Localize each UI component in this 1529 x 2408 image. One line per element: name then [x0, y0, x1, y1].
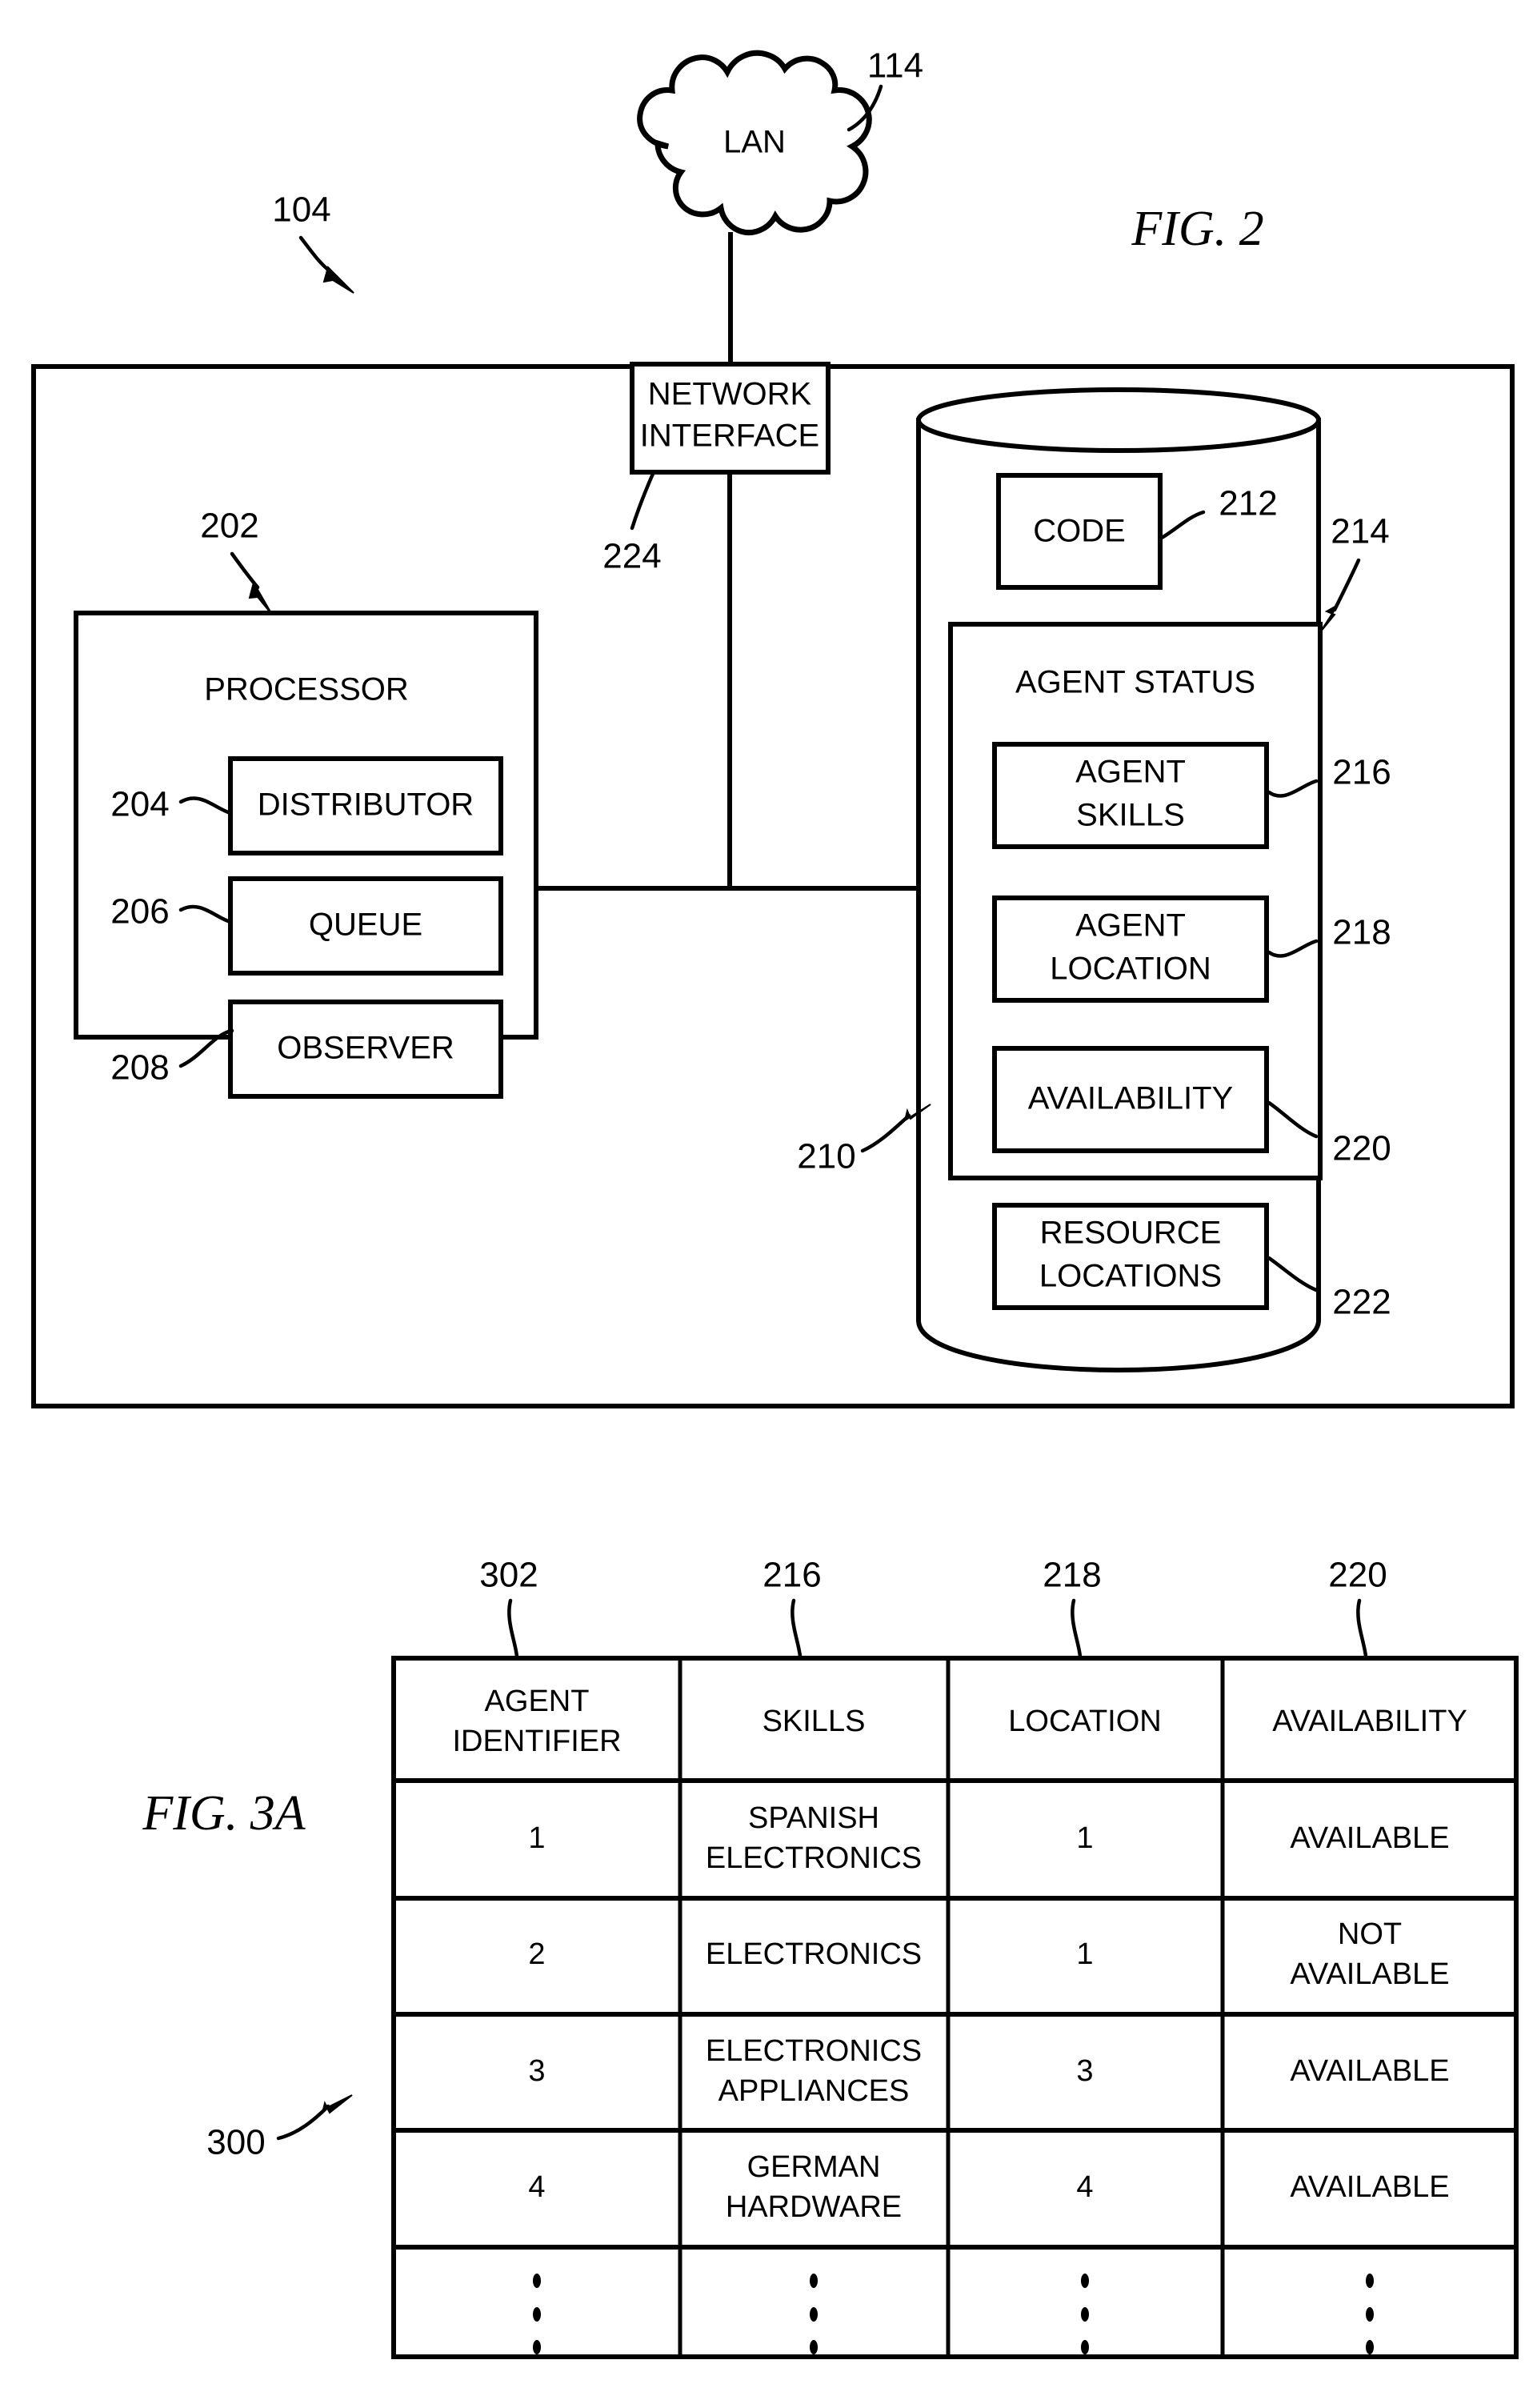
resource-locations-label-line2: LOCATIONS	[1039, 1259, 1222, 1294]
ref-210: 210	[797, 1137, 855, 1176]
ellipsis-dot	[533, 2340, 541, 2354]
ref-300-arrowhead	[322, 2094, 353, 2114]
ref-204: 204	[110, 785, 169, 824]
ref-218-col: 218	[1043, 1556, 1101, 1595]
availability-label-line1: AVAILABILITY	[1028, 1081, 1233, 1116]
database-top-ellipse	[916, 387, 1321, 453]
agent-location-label-line1: AGENT	[1075, 908, 1186, 944]
header-location: LOCATION	[1008, 1705, 1161, 1738]
ref-220-col: 220	[1328, 1556, 1387, 1595]
header-availability: AVAILABILITY	[1272, 1705, 1467, 1738]
cell-agent-identifier: 2	[528, 1937, 545, 1971]
network-interface-label-line2: INTERFACE	[640, 419, 819, 454]
cell-availability-line2: AVAILABLE	[1290, 1957, 1449, 1991]
ellipsis-dot	[810, 2274, 818, 2288]
ref-218: 218	[1332, 913, 1391, 952]
ref-222: 222	[1332, 1283, 1391, 1322]
cell-location: 4	[1076, 2170, 1093, 2204]
cell-agent-identifier: 4	[528, 2170, 545, 2204]
ref-220: 220	[1332, 1129, 1391, 1168]
header-skills: SKILLS	[762, 1705, 866, 1738]
ref-212: 212	[1219, 484, 1277, 523]
ellipsis-dot	[1366, 2340, 1374, 2354]
cell-agent-identifier: 1	[528, 1821, 545, 1855]
table-frame	[391, 1656, 1519, 2359]
queue-label: QUEUE	[309, 908, 422, 943]
cell-skills-line2: ELECTRONICS	[706, 1841, 922, 1875]
header-agent-identifier-line2: IDENTIFIER	[452, 1725, 621, 1758]
ref-302: 302	[479, 1556, 538, 1595]
ref-114: 114	[867, 46, 923, 86]
ellipsis-dot	[533, 2274, 541, 2288]
ellipsis-dot	[533, 2307, 541, 2322]
network-interface-label-line1: NETWORK	[648, 377, 812, 412]
cell-location: 1	[1076, 1821, 1093, 1855]
ref-104-arrowhead	[322, 266, 354, 294]
cell-skills-line2: HARDWARE	[726, 2190, 902, 2224]
cell-skills-line1: SPANISH	[748, 1801, 879, 1835]
cell-agent-identifier: 3	[528, 2054, 545, 2088]
cell-skills-line1: ELECTRONICS	[706, 1937, 922, 1971]
ref-214: 214	[1331, 512, 1389, 551]
ellipsis-dot	[810, 2307, 818, 2322]
patent-figure-sheet: FIG. 2 LAN 114 104 NETWORK INTERFACE 224…	[0, 0, 1529, 2408]
ellipsis-dot	[1366, 2307, 1374, 2322]
ref-220-col-leader	[1356, 1598, 1368, 1659]
agent-skills-label-line2: SKILLS	[1076, 798, 1185, 833]
ref-300-leader	[276, 2104, 330, 2141]
figure-canvas: FIG. 2 LAN 114 104 NETWORK INTERFACE 224…	[31, 46, 1519, 2359]
resource-locations-label-line1: RESOURCE	[1040, 1216, 1222, 1251]
ellipsis-dot	[810, 2340, 818, 2354]
ref-104-leader	[298, 235, 334, 274]
ellipsis-dot	[1081, 2307, 1089, 2322]
agent-location-label-line2: LOCATION	[1050, 952, 1211, 987]
ref-302-leader	[507, 1598, 519, 1659]
ref-216-col: 216	[762, 1556, 821, 1595]
code-label: CODE	[1033, 514, 1126, 549]
ellipsis-dot	[1366, 2274, 1374, 2288]
agent-skills-label-line1: AGENT	[1075, 755, 1186, 790]
ref-300: 300	[206, 2123, 265, 2162]
fig3a-title: FIG. 3A	[142, 1786, 306, 1841]
processor-label: PROCESSOR	[204, 672, 409, 707]
network-interface-block: NETWORK INTERFACE	[630, 362, 831, 475]
ref-216: 216	[1332, 753, 1391, 792]
ref-218-col-leader	[1071, 1598, 1083, 1659]
fig2-title: FIG. 2	[1131, 202, 1263, 256]
cell-availability-line1: NOT	[1338, 1917, 1402, 1951]
cell-availability-line1: AVAILABLE	[1290, 2054, 1449, 2088]
lan-cloud: LAN	[637, 50, 872, 236]
header-agent-identifier-line1: AGENT	[485, 1685, 590, 1718]
ellipsis-dot	[1081, 2340, 1089, 2354]
cell-skills-line1: ELECTRONICS	[706, 2034, 922, 2068]
lan-cloud-label: LAN	[723, 125, 786, 160]
observer-label: OBSERVER	[277, 1031, 454, 1066]
ref-208: 208	[110, 1048, 169, 1088]
agent-status-table-300: AGENT IDENTIFIER SKILLS LOCATION AVAILAB…	[391, 1656, 1519, 2359]
distributor-label: DISTRIBUTOR	[258, 787, 474, 823]
ref-216-col-leader	[791, 1598, 803, 1659]
agent-status-label: AGENT STATUS	[1015, 665, 1255, 700]
ref-202: 202	[200, 507, 258, 546]
ref-104: 104	[272, 190, 330, 230]
cell-availability-line1: AVAILABLE	[1290, 2170, 1449, 2204]
ref-206: 206	[110, 892, 169, 932]
cell-location: 1	[1076, 1937, 1093, 1971]
cell-skills-line2: APPLIANCES	[718, 2074, 910, 2108]
ellipsis-dot	[1081, 2274, 1089, 2288]
cell-location: 3	[1076, 2054, 1093, 2088]
cell-skills-line1: GERMAN	[747, 2150, 881, 2184]
ref-224: 224	[602, 537, 661, 576]
cell-availability-line1: AVAILABLE	[1290, 1821, 1449, 1855]
